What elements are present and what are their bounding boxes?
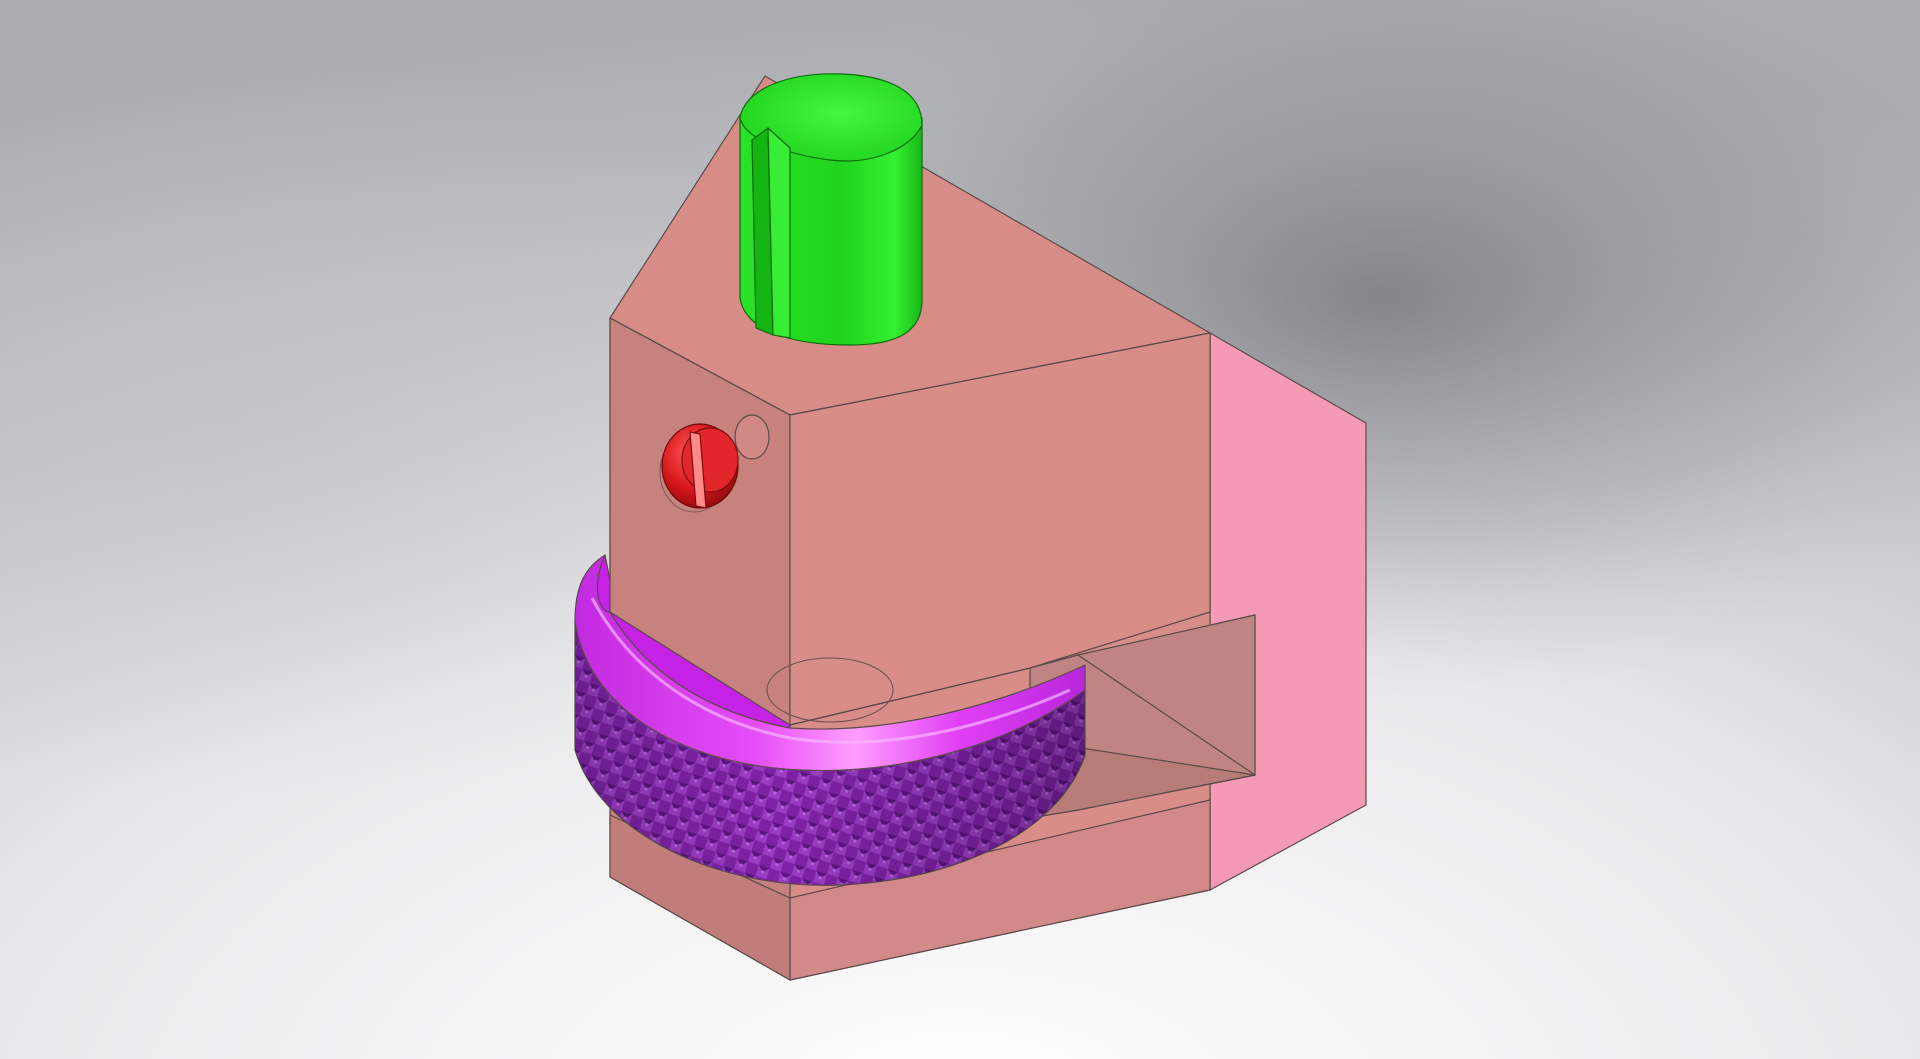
right-plate-face[interactable]: [1209, 332, 1367, 891]
side-hole[interactable]: [734, 414, 770, 460]
cad-graphics-viewport[interactable]: [0, 0, 1920, 1059]
model-view[interactable]: [0, 0, 1920, 1059]
adjustment-knob[interactable]: [739, 73, 923, 346]
